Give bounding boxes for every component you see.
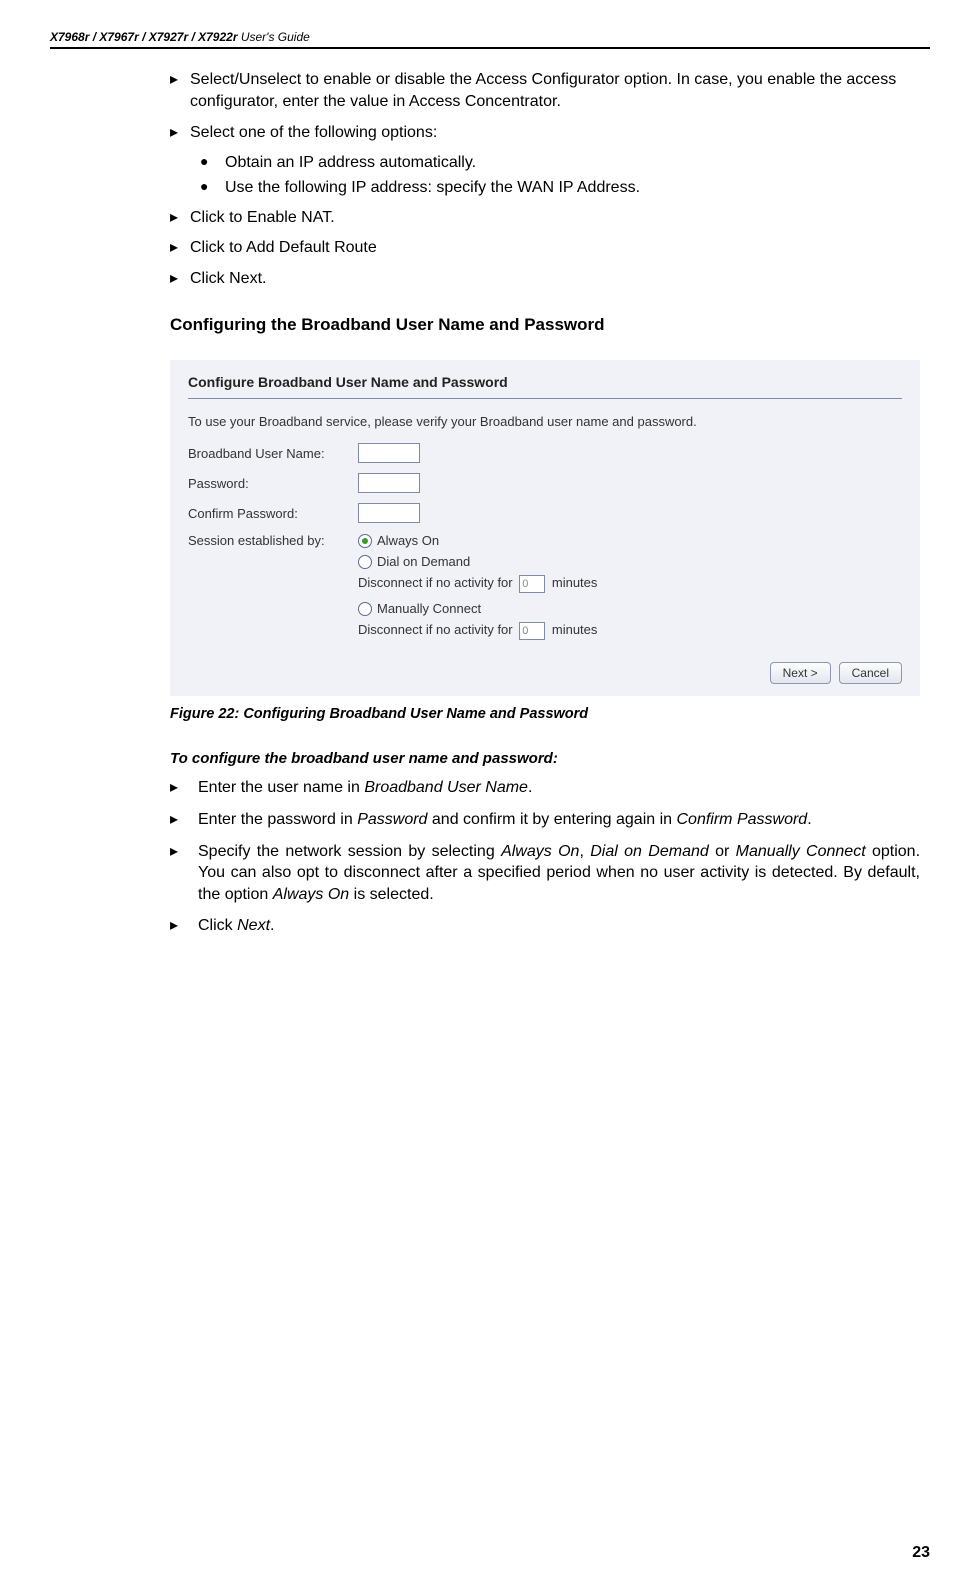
divider (188, 398, 902, 399)
bullet-item: ▸ Click Next. (170, 268, 920, 290)
list-item: ▸ Click Next. (170, 915, 920, 937)
config-screenshot: Configure Broadband User Name and Passwo… (170, 360, 920, 696)
triangle-icon: ▸ (170, 915, 198, 937)
triangle-icon: ▸ (170, 237, 190, 259)
radio-label: Manually Connect (377, 601, 481, 616)
bullet-text: Click to Enable NAT. (190, 207, 920, 229)
radio-label: Always On (377, 533, 439, 548)
sub-bullet: ● Use the following IP address: specify … (200, 177, 920, 199)
disconnect-prefix: Disconnect if no activity for (358, 622, 513, 637)
bullet-text: Click Next. (190, 268, 920, 290)
label-session: Session established by: (188, 533, 358, 548)
sub-bullet-text: Use the following IP address: specify th… (225, 177, 640, 199)
list-item: ▸ Enter the password in Password and con… (170, 809, 920, 831)
section-heading: Configuring the Broadband User Name and … (170, 315, 920, 335)
dot-icon: ● (200, 177, 225, 199)
triangle-icon: ▸ (170, 268, 190, 290)
panel-title: Configure Broadband User Name and Passwo… (188, 374, 902, 390)
header-line: X7968r / X7967r / X7927r / X7922r User's… (50, 30, 930, 49)
figure-caption: Figure 22: Configuring Broadband User Na… (170, 706, 920, 722)
radio-dial-on-demand[interactable] (358, 555, 372, 569)
confirm-password-input[interactable] (358, 503, 420, 523)
label-confirm: Confirm Password: (188, 506, 358, 521)
page-number: 23 (912, 1544, 930, 1562)
minutes-input[interactable]: 0 (519, 622, 545, 640)
dot-icon: ● (200, 152, 225, 174)
radio-always-on[interactable] (358, 534, 372, 548)
cancel-button[interactable]: Cancel (839, 662, 902, 684)
disconnect-prefix: Disconnect if no activity for (358, 575, 513, 590)
procedure-text: Enter the user name in Broadband User Na… (198, 777, 920, 799)
triangle-icon: ▸ (170, 122, 190, 144)
radio-label: Dial on Demand (377, 554, 470, 569)
triangle-icon: ▸ (170, 809, 198, 831)
disconnect-suffix: minutes (552, 575, 598, 590)
bullet-text: Select one of the following options: (190, 122, 920, 144)
triangle-icon: ▸ (170, 69, 190, 114)
label-password: Password: (188, 476, 358, 491)
radio-manually-connect[interactable] (358, 602, 372, 616)
minutes-input[interactable]: 0 (519, 575, 545, 593)
procedure-text: Specify the network session by selecting… (198, 841, 920, 906)
bullet-text: Click to Add Default Route (190, 237, 920, 259)
panel-intro: To use your Broadband service, please ve… (188, 413, 902, 431)
bullet-item: ▸ Click to Add Default Route (170, 237, 920, 259)
triangle-icon: ▸ (170, 777, 198, 799)
username-input[interactable] (358, 443, 420, 463)
procedure-text: Enter the password in Password and confi… (198, 809, 920, 831)
header-models: X7968r / X7967r / X7927r / X7922r (50, 30, 237, 44)
sub-bullet-text: Obtain an IP address automatically. (225, 152, 476, 174)
sub-bullet: ● Obtain an IP address automatically. (200, 152, 920, 174)
label-username: Broadband User Name: (188, 446, 358, 461)
list-item: ▸ Enter the user name in Broadband User … (170, 777, 920, 799)
header-suffix: User's Guide (237, 30, 309, 44)
bullet-item: ▸ Click to Enable NAT. (170, 207, 920, 229)
bullet-item: ▸ Select one of the following options: (170, 122, 920, 144)
bullet-text: Select/Unselect to enable or disable the… (190, 69, 920, 114)
procedure-text: Click Next. (198, 915, 920, 937)
triangle-icon: ▸ (170, 841, 198, 906)
bullet-item: ▸ Select/Unselect to enable or disable t… (170, 69, 920, 114)
procedure-heading: To configure the broadband user name and… (170, 750, 920, 767)
triangle-icon: ▸ (170, 207, 190, 229)
list-item: ▸ Specify the network session by selecti… (170, 841, 920, 906)
disconnect-suffix: minutes (552, 622, 598, 637)
next-button[interactable]: Next > (770, 662, 831, 684)
password-input[interactable] (358, 473, 420, 493)
